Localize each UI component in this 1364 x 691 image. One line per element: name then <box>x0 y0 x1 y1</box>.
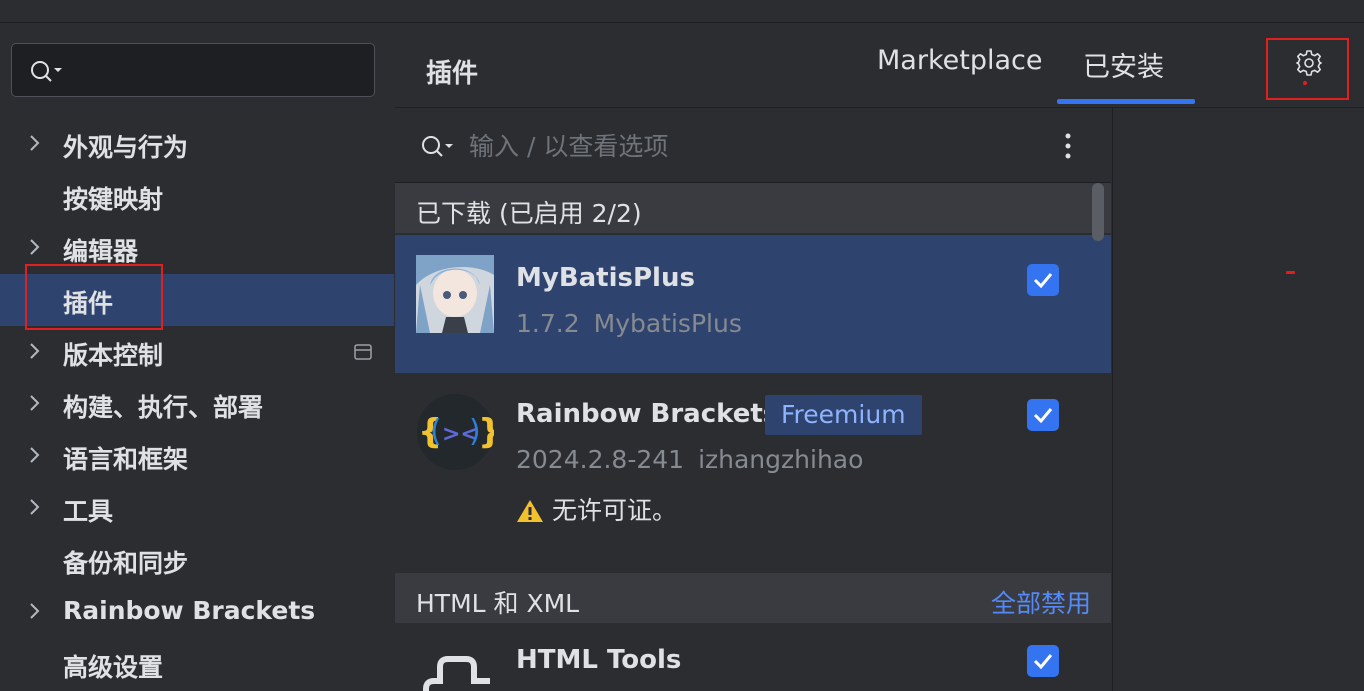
disable-all-link[interactable]: 全部禁用 <box>991 584 1091 620</box>
chevron-right-icon <box>30 499 40 515</box>
active-tab-indicator <box>1057 99 1195 104</box>
warning-text: 无许可证。 <box>552 496 678 525</box>
plugin-filter-bar <box>395 108 1111 183</box>
search-icon <box>31 61 62 82</box>
mybatisplus-icon <box>416 255 494 333</box>
sidebar-item-languages[interactable]: 语言和框架 <box>0 430 394 482</box>
sidebar-item-label: 备份和同步 <box>63 549 189 578</box>
group-header-html-xml: HTML 和 XML 全部禁用 <box>395 573 1111 623</box>
plugin-details-panel <box>1112 108 1364 691</box>
red-mark <box>1286 271 1295 274</box>
svg-text:(: ( <box>430 414 442 449</box>
more-options-icon[interactable] <box>1064 132 1072 160</box>
sidebar-item-label: 按键映射 <box>63 185 164 214</box>
settings-sidebar: 外观与行为 按键映射 编辑器 插件 版本控制 构建、执行、部署 语言和框架 工具… <box>0 23 394 691</box>
plugin-list: 已下载 (已启用 2/2) MyBatisPlus 1.7.2 MybatisPl… <box>395 183 1111 691</box>
chevron-right-icon <box>30 343 40 359</box>
sidebar-item-keymap[interactable]: 按键映射 <box>0 170 394 222</box>
plugin-item-html-tools[interactable]: HTML Tools <box>395 625 1111 691</box>
sidebar-item-label: 编辑器 <box>63 237 139 266</box>
plugin-enabled-checkbox[interactable] <box>1027 264 1059 296</box>
chevron-right-icon <box>30 603 40 619</box>
tab-marketplace[interactable]: Marketplace <box>877 45 1042 76</box>
chevron-right-icon <box>30 447 40 463</box>
sidebar-item-rainbow-brackets[interactable]: Rainbow Brackets <box>0 586 394 638</box>
rainbow-brackets-icon: { ( >< ) } <box>417 394 494 470</box>
chevron-right-icon <box>30 135 40 151</box>
page-title: 插件 <box>426 59 479 89</box>
search-filter-icon[interactable] <box>421 135 455 161</box>
sidebar-item-version-control[interactable]: 版本控制 <box>0 326 394 378</box>
pricing-badge: Freemium <box>765 395 922 435</box>
plugin-meta: 1.7.2 MybatisPlus <box>516 309 742 338</box>
plugin-name: MyBatisPlus <box>516 263 695 293</box>
sidebar-item-label: 高级设置 <box>63 653 164 682</box>
sidebar-item-build[interactable]: 构建、执行、部署 <box>0 378 394 430</box>
highlight-box <box>1266 38 1349 100</box>
chevron-right-icon <box>30 239 40 255</box>
sidebar-item-label: 工具 <box>63 497 114 526</box>
group-header-downloaded: 已下载 (已启用 2/2) <box>395 183 1111 233</box>
plugin-name: HTML Tools <box>516 645 682 675</box>
plugin-item-rainbow-brackets[interactable]: { ( >< ) } Rainbow Brackets Freemium 202… <box>395 373 1111 573</box>
group-label: 已下载 (已启用 2/2) <box>416 199 642 228</box>
html-tools-icon <box>423 656 490 691</box>
project-settings-icon <box>354 344 372 360</box>
plugin-list-scrollbar[interactable] <box>1092 183 1104 241</box>
title-bar <box>0 0 1364 23</box>
license-warning: 无许可证。 <box>516 491 677 527</box>
sidebar-item-label: 构建、执行、部署 <box>63 393 264 422</box>
checkmark-icon <box>1033 273 1053 288</box>
plugin-version: 2024.2.8-241 <box>516 445 685 474</box>
plugin-version: 1.7.2 <box>516 309 580 338</box>
sidebar-item-appearance[interactable]: 外观与行为 <box>0 118 394 170</box>
plugin-search-input[interactable] <box>467 126 1031 166</box>
plugins-panel: 插件 Marketplace 已安装 已下载 (已启用 2/2) <box>395 23 1364 691</box>
sidebar-item-advanced[interactable]: 高级设置 <box>0 638 394 690</box>
checkmark-icon <box>1033 654 1053 669</box>
plugin-item-mybatisplus[interactable]: MyBatisPlus 1.7.2 MybatisPlus <box>395 235 1111 373</box>
plugin-name: Rainbow Brackets <box>516 399 779 429</box>
plugin-enabled-checkbox[interactable] <box>1027 399 1059 431</box>
sidebar-search-input[interactable] <box>11 43 375 97</box>
sidebar-item-label: 语言和框架 <box>63 445 189 474</box>
plugins-header: 插件 Marketplace 已安装 <box>395 23 1364 108</box>
chevron-right-icon <box>30 395 40 411</box>
checkmark-icon <box>1033 408 1053 423</box>
svg-text:}: } <box>478 412 494 452</box>
group-label: HTML 和 XML <box>416 589 580 618</box>
sidebar-item-label: 版本控制 <box>63 341 164 370</box>
sidebar-item-label: Rainbow Brackets <box>63 596 316 625</box>
tab-installed[interactable]: 已安装 <box>1083 45 1164 84</box>
sidebar-item-tools[interactable]: 工具 <box>0 482 394 534</box>
warning-icon <box>517 500 543 522</box>
sidebar-item-label: 外观与行为 <box>63 133 189 162</box>
plugin-vendor: izhangzhihao <box>698 445 864 474</box>
highlight-box <box>25 264 163 330</box>
sidebar-item-backup-sync[interactable]: 备份和同步 <box>0 534 394 586</box>
plugin-enabled-checkbox[interactable] <box>1027 645 1059 677</box>
plugin-vendor: MybatisPlus <box>593 309 742 338</box>
plugin-meta: 2024.2.8-241 izhangzhihao <box>516 445 863 474</box>
